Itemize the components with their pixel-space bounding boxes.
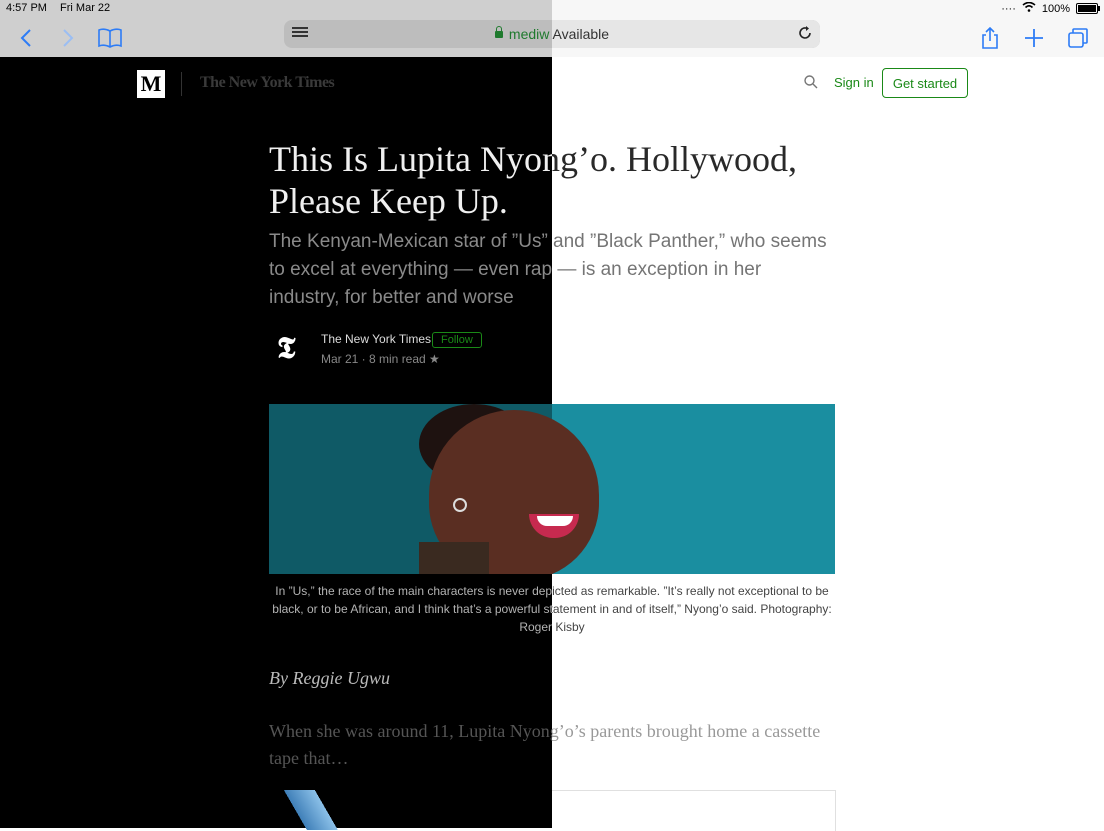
article-title: This Is Lupita Nyong’o. Hollywood, Pleas… (269, 139, 552, 221)
author-row-light: The New York Times Follow Mar 21 · 8 min… (552, 330, 669, 370)
hero-image (269, 404, 835, 574)
article-body: When she was around 11, Lupita Nyong’o’s… (269, 721, 552, 768)
related-thumbnail[interactable] (276, 790, 356, 830)
byline: By Reggie Ugwu (269, 668, 390, 688)
nyt-avatar[interactable]: 𝕿 (277, 332, 295, 366)
article-title-light: This Is Lupita Nyong’o. Hollywood, Pleas… (552, 139, 797, 179)
article-meta: Mar 21 · 8 min read ★ (321, 352, 440, 366)
article-subtitle-light: The Kenyan-Mexican star of ”Us” and ”Bla… (552, 231, 827, 280)
image-caption-light: In ”Us,” the race of the main characters… (552, 584, 832, 634)
article-body-light: When she was around 11, Lupita Nyong’o’s… (552, 721, 821, 741)
follow-button[interactable]: Follow (432, 332, 482, 348)
article-subtitle: The Kenyan-Mexican star of ”Us” and ”Bla… (269, 231, 552, 308)
author-name[interactable]: The New York Times (321, 332, 431, 346)
related-card[interactable] (552, 790, 836, 831)
image-caption: In ”Us,” the race of the main characters… (272, 584, 552, 634)
author-row: 𝕿 The New York Times Follow Mar 21 · 8 m… (269, 330, 552, 370)
